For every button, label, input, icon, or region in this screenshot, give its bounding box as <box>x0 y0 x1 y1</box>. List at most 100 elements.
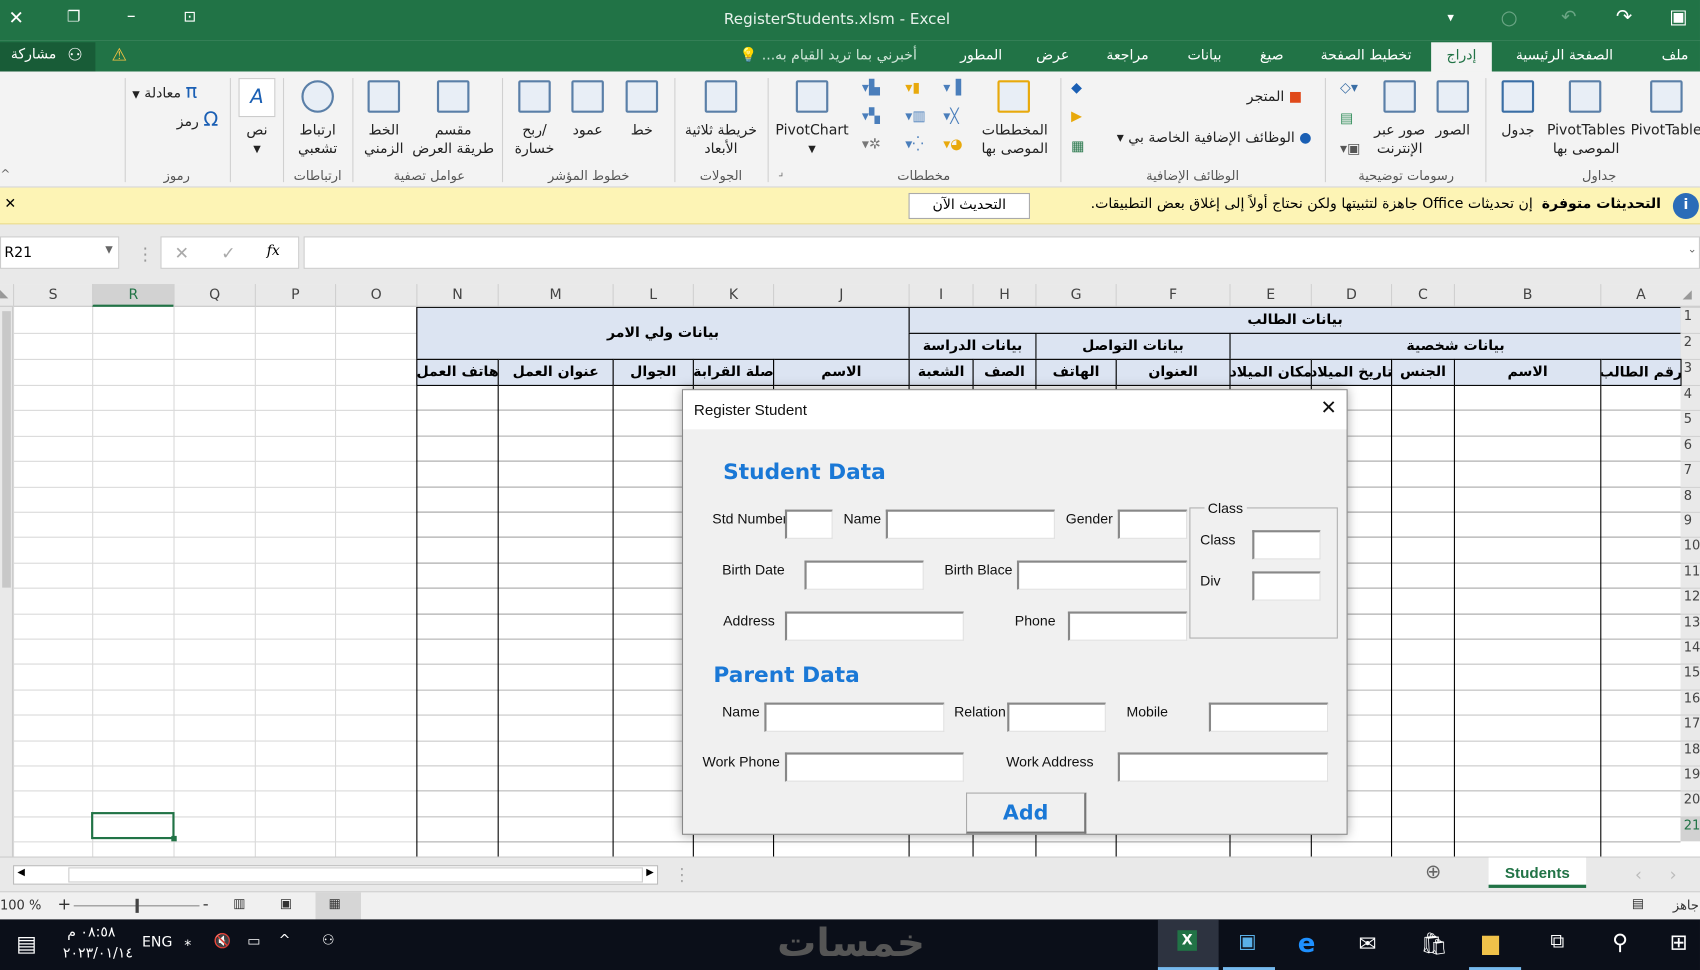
field-header-J[interactable]: الاسم <box>773 358 910 386</box>
row-header-6[interactable]: 6 <box>1680 435 1700 461</box>
zoom-slider[interactable] <box>73 898 200 913</box>
close-icon[interactable]: ✕ <box>9 8 24 30</box>
column-header-H[interactable]: H <box>972 284 1036 307</box>
sparkline-line-button[interactable]: خط <box>620 78 663 156</box>
input-language[interactable]: ENG <box>142 935 172 951</box>
text-button[interactable]: A نص ▼ <box>236 78 277 165</box>
field-header-A[interactable]: رقم الطالب <box>1600 358 1682 386</box>
field-header-K[interactable]: صلة القرابة <box>692 358 775 386</box>
row-header-7[interactable]: 7 <box>1680 460 1700 487</box>
smartart-icon[interactable]: ▤ <box>1340 111 1353 127</box>
3d-map-button[interactable]: خريطة ثلاثية الأبعاد <box>680 78 762 165</box>
phone-input[interactable] <box>1067 611 1188 641</box>
column-header-D[interactable]: D <box>1310 284 1391 307</box>
scroll-thumb[interactable] <box>2 311 11 588</box>
relation-input[interactable] <box>1007 702 1106 732</box>
store-button[interactable]: ■ المتجر <box>1247 89 1302 105</box>
add-button[interactable]: Add <box>966 792 1087 834</box>
tab-file[interactable]: ملف <box>1662 48 1689 64</box>
row-header-13[interactable]: 13 <box>1680 613 1700 639</box>
row-header-16[interactable]: 16 <box>1680 689 1700 715</box>
row-header-17[interactable]: 17 <box>1680 714 1700 741</box>
name-box[interactable]: R21 ▼ <box>0 236 120 269</box>
taskbar-explorer[interactable]: ▆ <box>1469 919 1522 970</box>
column-header-J[interactable]: J <box>773 284 909 307</box>
share-button[interactable]: مشاركة ⚇ <box>0 42 96 72</box>
parent-data-header[interactable]: بيانات ولي الامر <box>416 306 910 360</box>
scroll-thumb[interactable] <box>68 867 643 883</box>
select-all-corner[interactable]: ◢ <box>1683 284 1700 307</box>
column-header-R[interactable]: R <box>92 284 174 307</box>
warning-icon[interactable]: ⚠ <box>111 44 127 65</box>
horizontal-scrollbar[interactable]: ◀ ▶ <box>13 865 659 885</box>
scroll-left-icon[interactable]: ◀ <box>17 867 25 878</box>
column-header-O[interactable]: O <box>335 284 416 307</box>
zoom-slider-thumb[interactable] <box>135 898 139 913</box>
people-graph-icon[interactable]: ▦ <box>1071 139 1084 155</box>
row-header-18[interactable]: 18 <box>1680 740 1700 766</box>
recommended-pivottables-button[interactable]: PivotTables الموصى بها <box>1545 78 1627 165</box>
save-icon[interactable]: ▣ <box>1669 5 1687 28</box>
undo-icon[interactable]: ↷ <box>1616 5 1632 28</box>
show-hidden-icons-icon[interactable]: ^ <box>279 932 291 948</box>
hyperlink-button[interactable]: ارتباط تشعبي <box>289 78 345 165</box>
customize-qat-icon[interactable]: ▾ <box>1447 10 1454 25</box>
row-header-9[interactable]: 9 <box>1680 511 1700 538</box>
field-header-G[interactable]: الهاتف <box>1035 358 1117 386</box>
enter-icon[interactable]: ✓ <box>221 243 236 264</box>
taskbar-excel[interactable]: X <box>1157 919 1219 970</box>
clock-time[interactable]: ٠٨:٥٨ م <box>67 925 115 941</box>
pictures-button[interactable]: الصور <box>1431 78 1474 156</box>
sparkline-winloss-button[interactable]: ربح/ خسارة <box>510 78 560 165</box>
symbol-button[interactable]: Ω رمز <box>177 108 219 131</box>
field-header-F[interactable]: العنوان <box>1115 358 1231 386</box>
tab-home[interactable]: الصفحة الرئيسية <box>1516 48 1613 64</box>
prev-sheet-icon[interactable]: ‹ <box>1635 864 1642 885</box>
people-icon[interactable]: ⚇ <box>322 932 335 948</box>
field-header-N[interactable]: هاتف العمل <box>416 358 499 386</box>
name-input[interactable] <box>885 509 1055 539</box>
row-header-15[interactable]: 15 <box>1680 663 1700 690</box>
work-phone-input[interactable] <box>784 752 964 782</box>
row-header-20[interactable]: 20 <box>1680 790 1700 817</box>
normal-view-button[interactable]: ▦ <box>315 892 362 920</box>
scroll-right-icon[interactable]: ▶ <box>646 867 654 878</box>
field-header-B[interactable]: الاسم <box>1453 358 1602 386</box>
parent-name-input[interactable] <box>764 702 945 732</box>
update-now-button[interactable]: التحديث الآن <box>908 192 1030 220</box>
column-header-B[interactable]: B <box>1453 284 1600 307</box>
page-layout-view-icon[interactable]: ▣ <box>280 896 292 911</box>
statistic-chart-icon[interactable]: ▾▥ <box>905 108 925 124</box>
column-header-I[interactable]: I <box>908 284 973 307</box>
splitter-icon[interactable]: ⋮ <box>673 864 690 885</box>
field-header-H[interactable]: الصف <box>972 358 1037 386</box>
zoom-in-icon[interactable]: + <box>57 894 71 914</box>
column-header-C[interactable]: C <box>1391 284 1454 307</box>
column-header-A[interactable]: A <box>1600 284 1680 307</box>
online-pictures-button[interactable]: صور عبر الإنترنت <box>1370 78 1429 165</box>
charts-dialog-launcher-icon[interactable]: ⌟ <box>778 167 783 179</box>
tab-insert[interactable]: إدراج <box>1431 42 1492 72</box>
row-header-3[interactable]: 3 <box>1680 358 1700 385</box>
shapes-icon[interactable]: ◇▾ <box>1340 80 1358 96</box>
pivotchart-button[interactable]: PivotChart ▼ <box>774 78 850 165</box>
taskbar-app[interactable]: ▣ <box>1222 919 1275 970</box>
personal-data-header[interactable]: بيانات شخصية <box>1229 332 1682 360</box>
windows-start-icon[interactable]: ⊞ <box>1670 929 1688 955</box>
waterfall-chart-icon[interactable]: ▾▚ <box>862 108 880 124</box>
redo-icon[interactable]: ↶ <box>1561 7 1576 29</box>
task-view-icon[interactable]: ⧉ <box>1550 930 1564 953</box>
field-header-D[interactable]: تاريخ الميلاد <box>1310 358 1393 386</box>
field-header-I[interactable]: الشعبة <box>908 358 974 386</box>
search-icon[interactable]: ⚲ <box>1612 929 1628 955</box>
field-header-M[interactable]: عنوان العمل <box>497 358 614 386</box>
mail-icon[interactable]: ✉ <box>1358 930 1376 956</box>
new-sheet-icon[interactable]: ⊕ <box>1425 861 1441 884</box>
field-header-C[interactable]: الجنس <box>1391 358 1455 386</box>
bar-chart-icon[interactable]: ▾▐ <box>943 80 961 96</box>
row-header-10[interactable]: 10 <box>1680 537 1700 563</box>
close-icon[interactable]: ✕ <box>4 196 16 212</box>
touch-mode-icon[interactable]: ○ <box>1501 7 1518 30</box>
mobile-input[interactable] <box>1208 702 1329 732</box>
row-header-11[interactable]: 11 <box>1680 562 1700 588</box>
